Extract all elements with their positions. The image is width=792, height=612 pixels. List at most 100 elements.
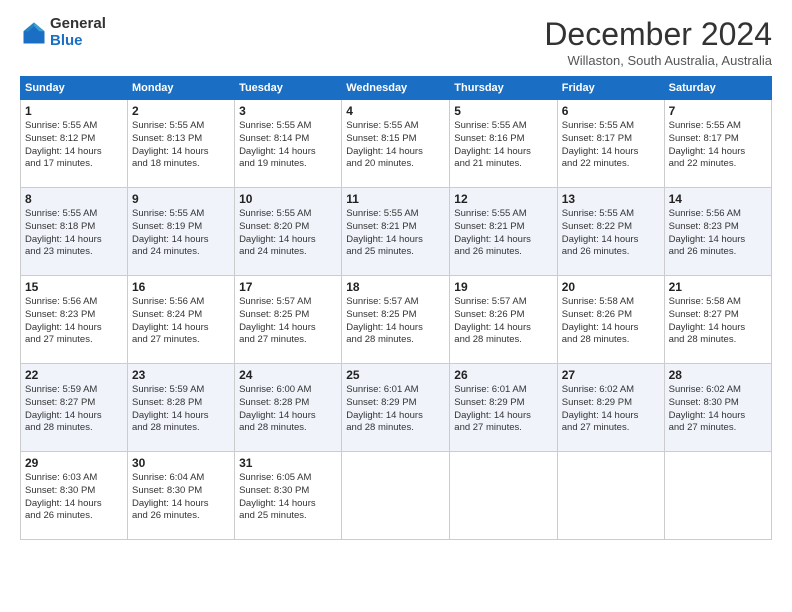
day-info: Sunrise: 5:55 AM Sunset: 8:15 PM Dayligh… [346,120,445,171]
day-info: Sunrise: 6:00 AM Sunset: 8:28 PM Dayligh… [239,384,337,435]
day-info: Sunrise: 5:55 AM Sunset: 8:17 PM Dayligh… [669,120,767,171]
table-row: 12 Sunrise: 5:55 AM Sunset: 8:21 PM Dayli… [450,188,557,276]
day-info: Sunrise: 5:55 AM Sunset: 8:19 PM Dayligh… [132,208,230,259]
day-info: Sunrise: 5:59 AM Sunset: 8:27 PM Dayligh… [25,384,123,435]
title-block: December 2024 Willaston, South Australia… [544,16,772,68]
day-info: Sunrise: 5:55 AM Sunset: 8:21 PM Dayligh… [454,208,552,259]
day-number: 28 [669,368,767,382]
month-title: December 2024 [544,16,772,53]
day-number: 10 [239,192,337,206]
day-info: Sunrise: 5:55 AM Sunset: 8:20 PM Dayligh… [239,208,337,259]
day-number: 22 [25,368,123,382]
calendar-week-row: 29 Sunrise: 6:03 AM Sunset: 8:30 PM Dayli… [21,452,772,540]
calendar-week-row: 15 Sunrise: 5:56 AM Sunset: 8:23 PM Dayli… [21,276,772,364]
day-info: Sunrise: 6:04 AM Sunset: 8:30 PM Dayligh… [132,472,230,523]
table-row: 20 Sunrise: 5:58 AM Sunset: 8:26 PM Dayli… [557,276,664,364]
table-row: 27Sunrise: 6:02 AM Sunset: 8:29 PM Dayli… [557,364,664,452]
col-friday: Friday [557,77,664,100]
table-row: 21 Sunrise: 5:58 AM Sunset: 8:27 PM Dayli… [664,276,771,364]
day-number: 19 [454,280,552,294]
day-number: 31 [239,456,337,470]
table-row [664,452,771,540]
table-row: 31Sunrise: 6:05 AM Sunset: 8:30 PM Dayli… [235,452,342,540]
day-number: 8 [25,192,123,206]
day-info: Sunrise: 5:55 AM Sunset: 8:18 PM Dayligh… [25,208,123,259]
day-number: 12 [454,192,552,206]
day-number: 29 [25,456,123,470]
table-row: 11 Sunrise: 5:55 AM Sunset: 8:21 PM Dayli… [342,188,450,276]
location-subtitle: Willaston, South Australia, Australia [544,53,772,68]
day-info: Sunrise: 5:57 AM Sunset: 8:25 PM Dayligh… [346,296,445,347]
day-number: 24 [239,368,337,382]
calendar-week-row: 22 Sunrise: 5:59 AM Sunset: 8:27 PM Dayli… [21,364,772,452]
calendar-table: Sunday Monday Tuesday Wednesday Thursday… [20,76,772,540]
day-info: Sunrise: 5:55 AM Sunset: 8:14 PM Dayligh… [239,120,337,171]
day-info: Sunrise: 5:57 AM Sunset: 8:25 PM Dayligh… [239,296,337,347]
day-number: 15 [25,280,123,294]
day-number: 18 [346,280,445,294]
logo-icon [20,19,48,47]
col-monday: Monday [127,77,234,100]
table-row: 9 Sunrise: 5:55 AM Sunset: 8:19 PM Daylig… [127,188,234,276]
col-sunday: Sunday [21,77,128,100]
table-row: 25 Sunrise: 6:01 AM Sunset: 8:29 PM Dayli… [342,364,450,452]
calendar-week-row: 8 Sunrise: 5:55 AM Sunset: 8:18 PM Daylig… [21,188,772,276]
day-number: 4 [346,104,445,118]
table-row: 29 Sunrise: 6:03 AM Sunset: 8:30 PM Dayli… [21,452,128,540]
day-number: 6 [562,104,660,118]
day-number: 11 [346,192,445,206]
day-number: 7 [669,104,767,118]
day-info: Sunrise: 5:58 AM Sunset: 8:27 PM Dayligh… [669,296,767,347]
table-row: 23Sunrise: 5:59 AM Sunset: 8:28 PM Dayli… [127,364,234,452]
day-number: 20 [562,280,660,294]
day-number: 9 [132,192,230,206]
day-info: Sunrise: 6:03 AM Sunset: 8:30 PM Dayligh… [25,472,123,523]
table-row: 26Sunrise: 6:01 AM Sunset: 8:29 PM Dayli… [450,364,557,452]
day-info: Sunrise: 5:55 AM Sunset: 8:16 PM Dayligh… [454,120,552,171]
day-info: Sunrise: 6:01 AM Sunset: 8:29 PM Dayligh… [454,384,552,435]
col-tuesday: Tuesday [235,77,342,100]
day-info: Sunrise: 5:56 AM Sunset: 8:23 PM Dayligh… [25,296,123,347]
table-row: 5Sunrise: 5:55 AM Sunset: 8:16 PM Daylig… [450,100,557,188]
table-row [342,452,450,540]
col-wednesday: Wednesday [342,77,450,100]
table-row: 17Sunrise: 5:57 AM Sunset: 8:25 PM Dayli… [235,276,342,364]
day-info: Sunrise: 5:55 AM Sunset: 8:22 PM Dayligh… [562,208,660,259]
table-row: 30 Sunrise: 6:04 AM Sunset: 8:30 PM Dayli… [127,452,234,540]
day-info: Sunrise: 5:58 AM Sunset: 8:26 PM Dayligh… [562,296,660,347]
day-number: 1 [25,104,123,118]
day-number: 23 [132,368,230,382]
col-saturday: Saturday [664,77,771,100]
day-info: Sunrise: 6:02 AM Sunset: 8:30 PM Dayligh… [669,384,767,435]
day-number: 25 [346,368,445,382]
table-row: 8 Sunrise: 5:55 AM Sunset: 8:18 PM Daylig… [21,188,128,276]
day-info: Sunrise: 5:55 AM Sunset: 8:12 PM Dayligh… [25,120,123,171]
day-number: 21 [669,280,767,294]
col-thursday: Thursday [450,77,557,100]
table-row: 10 Sunrise: 5:55 AM Sunset: 8:20 PM Dayli… [235,188,342,276]
table-row: 6 Sunrise: 5:55 AM Sunset: 8:17 PM Daylig… [557,100,664,188]
day-number: 13 [562,192,660,206]
day-info: Sunrise: 5:56 AM Sunset: 8:23 PM Dayligh… [669,208,767,259]
day-info: Sunrise: 5:55 AM Sunset: 8:13 PM Dayligh… [132,120,230,171]
table-row [557,452,664,540]
logo-text: General Blue [50,16,106,49]
page: General Blue December 2024 Willaston, So… [0,0,792,612]
table-row: 15 Sunrise: 5:56 AM Sunset: 8:23 PM Dayli… [21,276,128,364]
calendar-header-row: Sunday Monday Tuesday Wednesday Thursday… [21,77,772,100]
table-row: 19 Sunrise: 5:57 AM Sunset: 8:26 PM Dayli… [450,276,557,364]
table-row [450,452,557,540]
table-row: 22 Sunrise: 5:59 AM Sunset: 8:27 PM Dayli… [21,364,128,452]
logo-blue-text: Blue [50,33,106,50]
table-row: 28 Sunrise: 6:02 AM Sunset: 8:30 PM Dayli… [664,364,771,452]
day-number: 30 [132,456,230,470]
table-row: 4 Sunrise: 5:55 AM Sunset: 8:15 PM Daylig… [342,100,450,188]
table-row: 13 Sunrise: 5:55 AM Sunset: 8:22 PM Dayli… [557,188,664,276]
day-number: 2 [132,104,230,118]
table-row: 3Sunrise: 5:55 AM Sunset: 8:14 PM Daylig… [235,100,342,188]
day-info: Sunrise: 6:01 AM Sunset: 8:29 PM Dayligh… [346,384,445,435]
day-info: Sunrise: 5:55 AM Sunset: 8:21 PM Dayligh… [346,208,445,259]
table-row: 7 Sunrise: 5:55 AM Sunset: 8:17 PM Daylig… [664,100,771,188]
day-info: Sunrise: 5:55 AM Sunset: 8:17 PM Dayligh… [562,120,660,171]
day-info: Sunrise: 5:57 AM Sunset: 8:26 PM Dayligh… [454,296,552,347]
